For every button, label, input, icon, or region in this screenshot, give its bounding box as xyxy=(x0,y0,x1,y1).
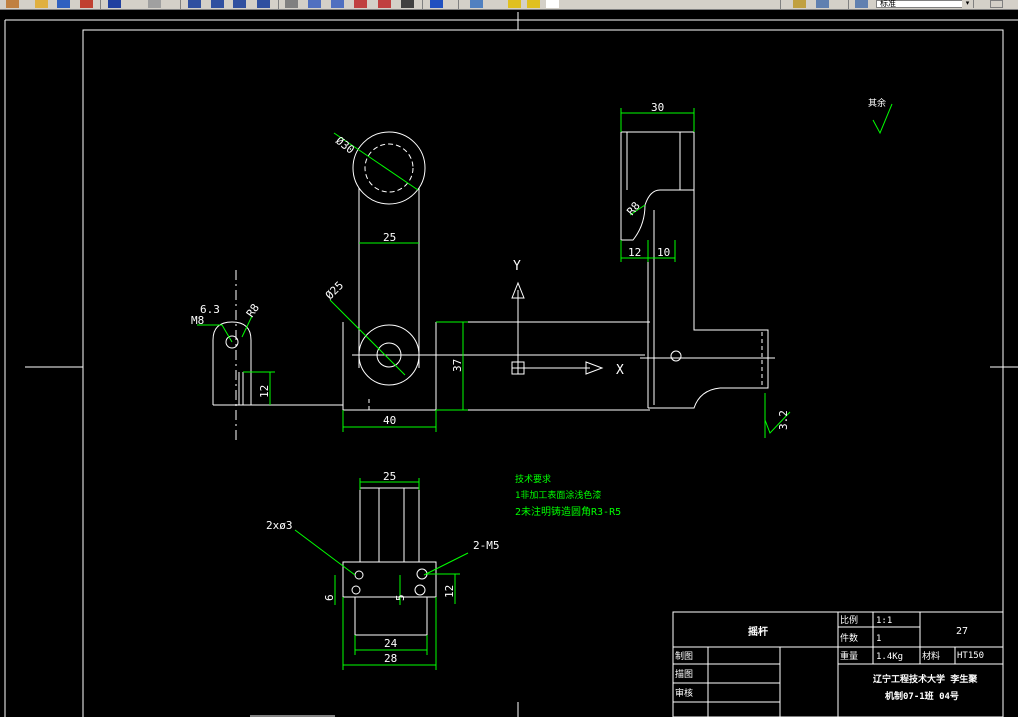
side-part-view xyxy=(620,131,775,409)
inner-border xyxy=(82,29,1004,717)
weight-value: 1.4Kg xyxy=(876,652,903,662)
dim-40: 40 xyxy=(383,414,396,427)
tech-notes-line2: 2未注明铸造圆角R3-R5 xyxy=(515,505,621,518)
scale-label: 比例 xyxy=(840,614,858,626)
help-icon[interactable] xyxy=(430,0,443,8)
chevron-down-icon[interactable]: ▾ xyxy=(962,0,973,8)
drafter-label: 描图 xyxy=(675,668,693,680)
dim-r8: R8 xyxy=(244,301,262,319)
roughness-rest-label: 其余 xyxy=(868,97,886,109)
tech-notes-title: 技术要求 xyxy=(515,473,551,485)
bottom-part-view xyxy=(342,487,437,636)
dim-phi25: Ø25 xyxy=(323,279,346,302)
dim-12-bottom: 12 xyxy=(443,585,456,598)
title-block-texts: 摇杆 比例 1:1 件数 1 27 重量 1.4Kg 材料 HT150 制图 描… xyxy=(675,614,984,702)
dim-r8-right: R8 xyxy=(624,199,642,218)
dim-5: 5 xyxy=(394,594,407,601)
print-icon[interactable] xyxy=(35,0,48,8)
dim-24: 24 xyxy=(384,637,398,650)
dim-12-left: 12 xyxy=(258,385,271,398)
dim-25-bottom: 25 xyxy=(383,470,396,483)
count-value: 1 xyxy=(876,634,881,644)
axis-x-label: X xyxy=(616,363,624,378)
material-label: 材料 xyxy=(922,650,940,662)
layer-manager-icon[interactable] xyxy=(470,0,483,8)
count-label: 件数 xyxy=(840,632,858,644)
dim-10-right: 10 xyxy=(657,246,670,259)
dim-30: 30 xyxy=(651,101,664,114)
markup-icon[interactable] xyxy=(378,0,391,8)
layer-previous-icon[interactable] xyxy=(793,0,806,8)
paste-icon[interactable] xyxy=(80,0,93,8)
weight-label: 重量 xyxy=(840,650,858,662)
axis-y-label: Y xyxy=(513,259,521,274)
dim-37: 37 xyxy=(451,359,464,372)
part-name: 摇杆 xyxy=(748,625,768,638)
tool-palette-icon[interactable] xyxy=(331,0,344,8)
layer-states-icon[interactable] xyxy=(816,0,829,8)
zoom-window-icon[interactable] xyxy=(233,0,246,8)
tech-notes-line1: 1非加工表面涂浅色漆 xyxy=(515,489,601,501)
cad-toolbar: 标准 ▾ xyxy=(0,0,1018,10)
dim-25-arm: 25 xyxy=(383,231,396,244)
dim-2-m5: 2-M5 xyxy=(473,539,500,552)
dim-m8: M8 xyxy=(191,314,204,327)
dim-6: 6 xyxy=(323,594,336,601)
save-icon[interactable] xyxy=(6,0,19,8)
zoom-realtime-icon[interactable] xyxy=(211,0,224,8)
dim-28: 28 xyxy=(384,652,397,665)
scroll-right-icon[interactable] xyxy=(990,0,1003,8)
class-info: 机制07-1班 04号 xyxy=(885,690,959,702)
dim-style-icon[interactable] xyxy=(855,0,868,8)
style-value: 标准 xyxy=(880,0,896,8)
sheet-set-icon[interactable] xyxy=(354,0,367,8)
review-label: 审核 xyxy=(675,687,693,699)
roughness-3-2: 3.2 xyxy=(777,410,790,430)
properties-icon[interactable] xyxy=(285,0,298,8)
drawn-label: 制图 xyxy=(675,650,693,662)
arm-part-view xyxy=(342,131,650,411)
style-dropdown[interactable]: 标准 xyxy=(876,0,974,8)
layer-sun-icon xyxy=(527,0,540,8)
zoom-previous-icon[interactable] xyxy=(257,0,270,8)
dim-12-right: 12 xyxy=(628,246,641,259)
boss-part-view xyxy=(212,270,343,440)
dimension-texts: 30 Ø30 25 Ø25 40 37 12 6.3 M8 R8 12 10 R… xyxy=(191,97,886,665)
drawing-canvas[interactable]: Y X 30 Ø30 25 Ø25 40 37 12 6.3 M8 R8 12 … xyxy=(0,10,1018,717)
design-center-icon[interactable] xyxy=(308,0,321,8)
cut-icon[interactable] xyxy=(57,0,70,8)
sheet-number: 27 xyxy=(956,626,968,637)
calculator-icon[interactable] xyxy=(401,0,414,8)
pan-icon[interactable] xyxy=(188,0,201,8)
dim-phi30: Ø30 xyxy=(333,134,357,156)
scale-value: 1:1 xyxy=(876,616,892,626)
material-value: HT150 xyxy=(957,651,984,661)
layer-bulb-icon xyxy=(508,0,521,8)
layer-color-icon xyxy=(546,0,559,8)
technical-requirements: 技术要求 1非加工表面涂浅色漆 2未注明铸造圆角R3-R5 xyxy=(515,473,621,518)
undo-icon[interactable] xyxy=(108,0,121,8)
dim-2x3: 2xø3 xyxy=(266,519,293,532)
redo-icon[interactable] xyxy=(148,0,161,8)
dimension-lines xyxy=(197,103,893,670)
school-name: 辽宁工程技术大学 李生聚 xyxy=(873,673,978,685)
ucs-icon xyxy=(352,281,645,375)
